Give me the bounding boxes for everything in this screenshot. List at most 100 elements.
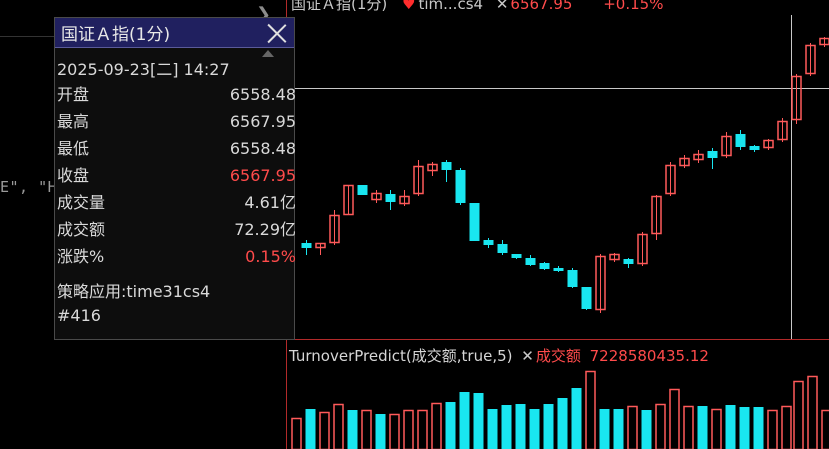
volume-bar-up: [807, 375, 818, 449]
heart-icon[interactable]: ♥: [402, 0, 415, 13]
volume-bar-down: [725, 405, 736, 449]
volume-bar-down: [697, 406, 708, 449]
volume-bar-up: [711, 408, 722, 449]
popup-row-label: 最高: [57, 112, 90, 131]
strategy-name: tim...cs4: [418, 0, 484, 13]
symbol-title: 国证Ａ指(1分): [291, 0, 388, 13]
popup-row-label: 成交额: [57, 220, 106, 239]
close-value: 6567.95: [510, 0, 573, 13]
popup-row-turnover: 成交额 72.29亿: [55, 217, 296, 243]
popup-datetime: 2025-09-23[二] 14:27: [57, 60, 230, 79]
close-icon[interactable]: [266, 22, 288, 44]
volume-series-label: 成交额: [535, 347, 581, 365]
popup-row-label: 成交量: [57, 193, 106, 212]
candle-body-down: [483, 240, 494, 245]
change-percent: +0.15%: [603, 0, 664, 13]
volume-bar-up: [669, 388, 680, 449]
candle-body-down: [735, 134, 746, 147]
volume-bar-down: [445, 402, 456, 449]
candle-body-down: [581, 287, 592, 309]
candle-body-down: [707, 151, 718, 158]
popup-row-value: 6558.48: [229, 85, 296, 104]
volume-bar-down: [543, 404, 554, 449]
popup-row-value: 6558.48: [229, 139, 296, 158]
volume-bar-down: [515, 404, 526, 449]
popup-row-label: 收盘: [57, 166, 90, 185]
candle-body-down: [357, 185, 368, 195]
popup-row-close: 收盘 6567.95: [55, 163, 296, 189]
volume-bar-up: [389, 413, 400, 449]
volume-bar-up: [683, 405, 694, 449]
crosshair-icon: ✕: [521, 347, 534, 365]
volume-bar-up: [585, 370, 596, 449]
main-chart-header: 国证Ａ指(1分) ♥ tim...cs4 ✕ 6567.95 +0.15%: [291, 0, 663, 14]
volume-bar-down: [739, 407, 750, 449]
candle-body-down: [301, 243, 312, 248]
candle-body-down: [553, 268, 564, 271]
popup-row-low: 最低 6558.48: [55, 136, 296, 162]
candle-body-down: [525, 258, 536, 265]
candle-body-down: [623, 259, 634, 264]
popup-row-value: 4.61亿: [244, 193, 296, 212]
popup-row-label: 最低: [57, 139, 90, 158]
volume-bar-down: [305, 409, 316, 449]
volume-bar-up: [793, 380, 804, 449]
volume-bar-down: [557, 398, 568, 449]
volume-bar-up: [361, 409, 372, 449]
volume-bar-up: [821, 409, 829, 449]
popup-row-volume: 成交量 4.61亿: [55, 190, 296, 216]
volume-bar-up: [291, 417, 302, 449]
popup-title-bar[interactable]: 国证Ａ指(1分): [55, 18, 294, 48]
popup-row-open: 开盘 6558.48: [55, 82, 296, 108]
popup-row-value: 6567.95: [229, 112, 296, 131]
volume-bar-down: [347, 410, 358, 449]
candle-body-down: [511, 254, 522, 258]
volume-bar-up: [417, 409, 428, 449]
candle-body-down: [539, 263, 550, 269]
volume-bar-down: [473, 393, 484, 449]
candle-body-down: [441, 162, 452, 170]
popup-row-value: 0.15%: [245, 247, 296, 266]
candlestick-chart[interactable]: [286, 0, 829, 449]
popup-row-change: 涨跌% 0.15%: [55, 244, 296, 270]
volume-bar-down: [641, 410, 652, 449]
crosshair-icon: ✕: [495, 0, 509, 13]
volume-bar-down: [501, 405, 512, 449]
volume-bar-up: [319, 411, 330, 449]
popup-row-high: 最高 6567.95: [55, 109, 296, 135]
candle-body-down: [469, 203, 480, 241]
volume-bar-up: [655, 403, 666, 449]
volume-bar-up: [403, 409, 414, 449]
popup-strategy-line: 策略应用:time31cs4: [57, 282, 211, 301]
candle-body-down: [749, 146, 760, 150]
info-popup[interactable]: 国证Ａ指(1分) 2025-09-23[二] 14:27 开盘 6558.48 …: [54, 17, 296, 340]
popup-row-label: 开盘: [57, 85, 90, 104]
volume-bar-down: [753, 407, 764, 449]
volume-bar-down: [487, 409, 498, 449]
popup-row-label: 涨跌%: [57, 247, 105, 266]
candle-body-down: [385, 194, 396, 202]
chart-area[interactable]: [286, 0, 829, 449]
volume-bar-down: [613, 409, 624, 449]
scroll-up-icon[interactable]: [262, 50, 274, 57]
candle-body-down: [455, 170, 466, 203]
volume-bar-up: [333, 403, 344, 449]
popup-bar-index: #416: [57, 306, 101, 325]
background-divider: [0, 36, 60, 37]
volume-series-value: 7228580435.12: [589, 347, 709, 365]
popup-title: 国证Ａ指(1分): [61, 25, 171, 45]
volume-bar-down: [599, 409, 610, 449]
candle-body-down: [567, 270, 578, 287]
volume-indicator-name: TurnoverPredict(成交额,true,5): [289, 347, 513, 365]
volume-bar-up: [431, 402, 442, 449]
popup-row-value: 6567.95: [229, 166, 296, 185]
volume-bar-down: [375, 414, 386, 449]
volume-bar-down: [459, 392, 470, 449]
volume-bar-up: [767, 409, 778, 449]
candle-body-down: [497, 244, 508, 253]
volume-bar-down: [571, 388, 582, 449]
volume-bar-up: [627, 405, 638, 449]
volume-bar-down: [529, 409, 540, 449]
volume-bar-up: [781, 405, 792, 449]
popup-row-value: 72.29亿: [234, 220, 296, 239]
